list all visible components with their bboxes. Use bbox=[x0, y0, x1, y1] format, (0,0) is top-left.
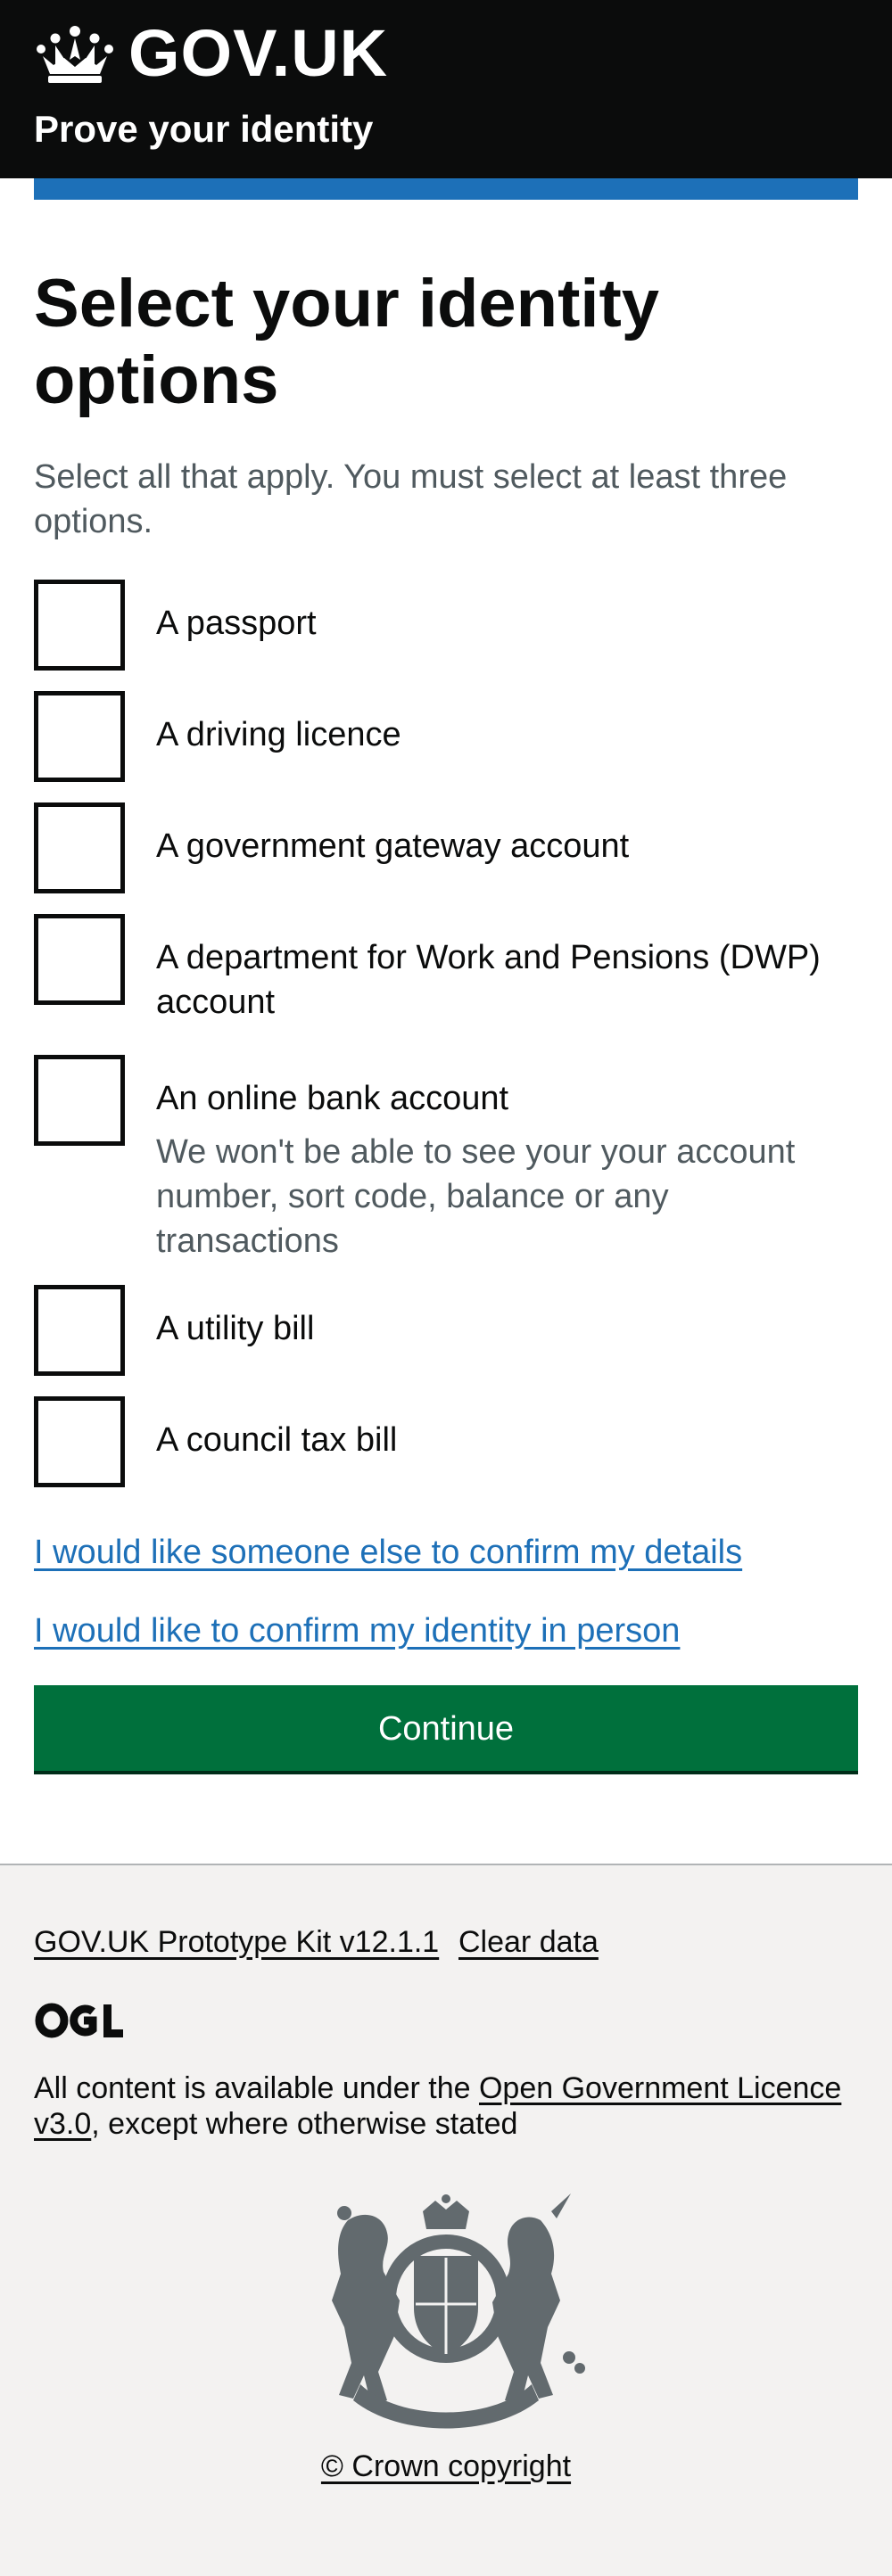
checkbox-label[interactable]: A government gateway account bbox=[156, 824, 834, 868]
ogl-logo bbox=[35, 2003, 123, 2038]
licence-prefix: All content is available under the bbox=[34, 2071, 479, 2105]
copyright: © Crown copyright bbox=[0, 2447, 892, 2486]
checkbox[interactable] bbox=[34, 802, 125, 893]
checkbox[interactable] bbox=[34, 691, 125, 782]
checkbox[interactable] bbox=[34, 1055, 125, 1146]
crown-icon bbox=[37, 26, 113, 83]
checkbox-label[interactable]: A utility bill bbox=[156, 1306, 834, 1351]
licence-text: All content is available under the Open … bbox=[34, 2070, 855, 2142]
checkbox-label[interactable]: An online bank account bbox=[156, 1076, 834, 1121]
licence-suffix: , except where otherwise stated bbox=[91, 2107, 518, 2141]
checkbox[interactable] bbox=[34, 1285, 125, 1376]
checkbox-label[interactable]: A passport bbox=[156, 601, 834, 646]
site-header: GOV.UK Prove your identity bbox=[0, 0, 892, 178]
checkbox-hint: Select all that apply. You must select a… bbox=[34, 458, 788, 540]
service-name[interactable]: Prove your identity bbox=[34, 111, 373, 148]
govuk-logo-text: GOV.UK bbox=[128, 16, 389, 90]
page-title: Select your identity options bbox=[34, 266, 660, 418]
prototype-kit-link[interactable]: GOV.UK Prototype Kit v12.1.1 bbox=[34, 1922, 439, 1962]
checkbox-label[interactable]: A council tax bill bbox=[156, 1418, 834, 1462]
checkbox[interactable] bbox=[34, 914, 125, 1005]
govuk-logo-link[interactable]: GOV.UK bbox=[34, 20, 388, 87]
someone-else-confirm-link[interactable]: I would like someone else to confirm my … bbox=[34, 1530, 742, 1575]
clear-data-link[interactable]: Clear data bbox=[458, 1922, 599, 1962]
royal-coat-of-arms bbox=[332, 2193, 585, 2429]
checkbox-label[interactable]: A department for Work and Pensions (DWP)… bbox=[156, 935, 834, 1025]
checkbox[interactable] bbox=[34, 1396, 125, 1487]
checkbox[interactable] bbox=[34, 580, 125, 671]
checkbox-item-hint: We won't be able to see your your accoun… bbox=[156, 1133, 796, 1260]
site-footer: GOV.UK Prototype Kit v12.1.1 Clear data … bbox=[0, 1864, 892, 2576]
crown-copyright-link[interactable]: © Crown copyright bbox=[321, 2449, 571, 2483]
checkbox-label[interactable]: A driving licence bbox=[156, 712, 834, 757]
confirm-in-person-link[interactable]: I would like to confirm my identity in p… bbox=[34, 1609, 680, 1653]
continue-button[interactable]: Continue bbox=[34, 1685, 858, 1771]
header-accent-bar bbox=[34, 178, 858, 200]
